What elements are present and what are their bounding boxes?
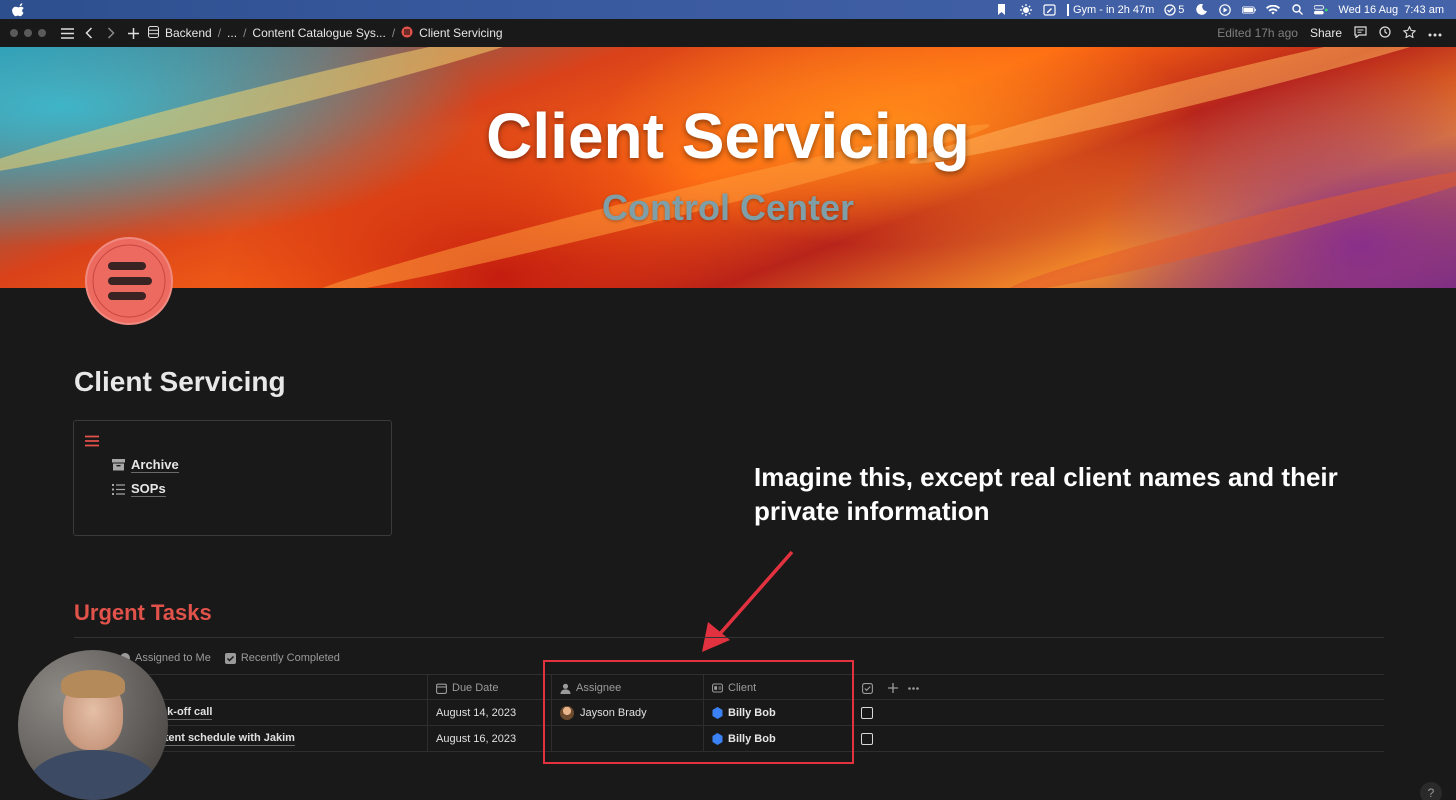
back-arrow-icon[interactable] bbox=[80, 24, 98, 42]
tab-recently-completed[interactable]: Recently Completed bbox=[224, 652, 340, 664]
more-options-icon[interactable] bbox=[1428, 26, 1442, 40]
edit-window-icon[interactable] bbox=[1043, 3, 1057, 16]
more-options-icon[interactable] bbox=[908, 686, 919, 690]
comments-icon[interactable] bbox=[1354, 25, 1367, 41]
share-button[interactable]: Share bbox=[1310, 26, 1342, 40]
sidebar-toggle-icon[interactable] bbox=[58, 24, 76, 42]
done-checkbox[interactable] bbox=[854, 726, 880, 752]
due-date-cell[interactable]: August 16, 2023 bbox=[428, 726, 552, 752]
highlight-box bbox=[543, 660, 854, 764]
favorite-star-icon[interactable] bbox=[1402, 25, 1417, 41]
column-actions bbox=[880, 675, 940, 701]
breadcrumb-ellipsis[interactable]: ... bbox=[227, 26, 237, 40]
menubar-datetime[interactable]: Wed 16 Aug 7:43 am bbox=[1338, 4, 1444, 16]
due-date-cell[interactable]: August 14, 2023 bbox=[428, 700, 552, 726]
add-column-icon[interactable] bbox=[888, 683, 898, 693]
moon-icon[interactable] bbox=[1194, 4, 1208, 16]
list-icon bbox=[112, 483, 125, 495]
database-icon bbox=[148, 25, 159, 41]
check-circle-icon bbox=[1164, 3, 1176, 16]
apple-logo-icon[interactable] bbox=[12, 2, 26, 17]
breadcrumb-backend[interactable]: Backend bbox=[165, 26, 212, 40]
database-view-tabs: Assigned to Me Recently Completed bbox=[120, 652, 340, 664]
window-controls bbox=[10, 29, 46, 37]
control-center-icon[interactable] bbox=[1314, 4, 1329, 16]
calendar-icon bbox=[436, 683, 447, 694]
webcam-overlay bbox=[18, 650, 168, 800]
sun-icon[interactable] bbox=[1019, 3, 1033, 16]
archive-link[interactable]: Archive bbox=[112, 457, 179, 473]
battery-icon[interactable] bbox=[1242, 4, 1257, 16]
archive-box-icon bbox=[112, 459, 125, 471]
breadcrumb-client-servicing[interactable]: Client Servicing bbox=[419, 26, 502, 40]
tasks-status[interactable]: 5 bbox=[1164, 4, 1184, 16]
plus-icon[interactable] bbox=[124, 24, 142, 42]
page-title[interactable]: Client Servicing bbox=[74, 366, 286, 398]
help-button[interactable]: ? bbox=[1420, 782, 1442, 800]
checkbox[interactable] bbox=[861, 733, 873, 745]
breadcrumb-separator: / bbox=[243, 26, 247, 40]
webcam-shirt bbox=[28, 750, 158, 800]
cover-subtitle: Control Center bbox=[602, 187, 854, 228]
navigation-block: Archive SOPs bbox=[73, 420, 392, 536]
edited-timestamp: Edited 17h ago bbox=[1217, 26, 1298, 40]
page-icon[interactable] bbox=[84, 236, 174, 326]
bookmark-icon[interactable] bbox=[995, 4, 1009, 16]
calendar-event[interactable]: Gym - in 2h 47m bbox=[1066, 3, 1154, 16]
annotation-arrow-icon bbox=[702, 550, 794, 652]
breadcrumb: Backend / ... / Content Catalogue Sys...… bbox=[148, 25, 503, 41]
forward-arrow-icon[interactable] bbox=[102, 24, 120, 42]
webcam-hair bbox=[61, 670, 125, 698]
zoom-window-button[interactable] bbox=[38, 29, 46, 37]
urgent-tasks-heading[interactable]: Urgent Tasks bbox=[74, 600, 212, 626]
tasks-count: 5 bbox=[1178, 3, 1185, 16]
play-icon[interactable] bbox=[1218, 3, 1232, 16]
done-checkbox[interactable] bbox=[854, 700, 880, 726]
checkbox[interactable] bbox=[861, 707, 873, 719]
cover-title: Client Servicing bbox=[486, 100, 970, 172]
wifi-icon[interactable] bbox=[1266, 4, 1281, 16]
breadcrumb-content-catalogue[interactable]: Content Catalogue Sys... bbox=[252, 26, 385, 40]
divider bbox=[74, 637, 1384, 638]
breadcrumb-separator: / bbox=[391, 26, 396, 40]
cover-image[interactable]: Client Servicing Control Center bbox=[0, 47, 1456, 288]
page-mini-icon bbox=[401, 26, 413, 41]
history-clock-icon[interactable] bbox=[1379, 25, 1391, 41]
annotation-text: Imagine this, except real client names a… bbox=[754, 462, 1338, 526]
sops-link[interactable]: SOPs bbox=[112, 481, 166, 497]
checked-box-icon bbox=[224, 652, 236, 664]
search-icon[interactable] bbox=[1290, 4, 1304, 16]
checkbox-column-header[interactable] bbox=[854, 675, 880, 701]
checkbox-property-icon bbox=[861, 682, 873, 694]
close-window-button[interactable] bbox=[10, 29, 18, 37]
macos-menubar: Gym - in 2h 47m 5 Wed 16 Aug 7:43 am bbox=[0, 0, 1456, 19]
due-date-column-header[interactable]: Due Date bbox=[428, 675, 552, 701]
breadcrumb-separator: / bbox=[217, 26, 222, 40]
minimize-window-button[interactable] bbox=[24, 29, 32, 37]
menu-lines-icon bbox=[85, 435, 99, 447]
notion-topbar: Backend / ... / Content Catalogue Sys...… bbox=[0, 19, 1456, 47]
